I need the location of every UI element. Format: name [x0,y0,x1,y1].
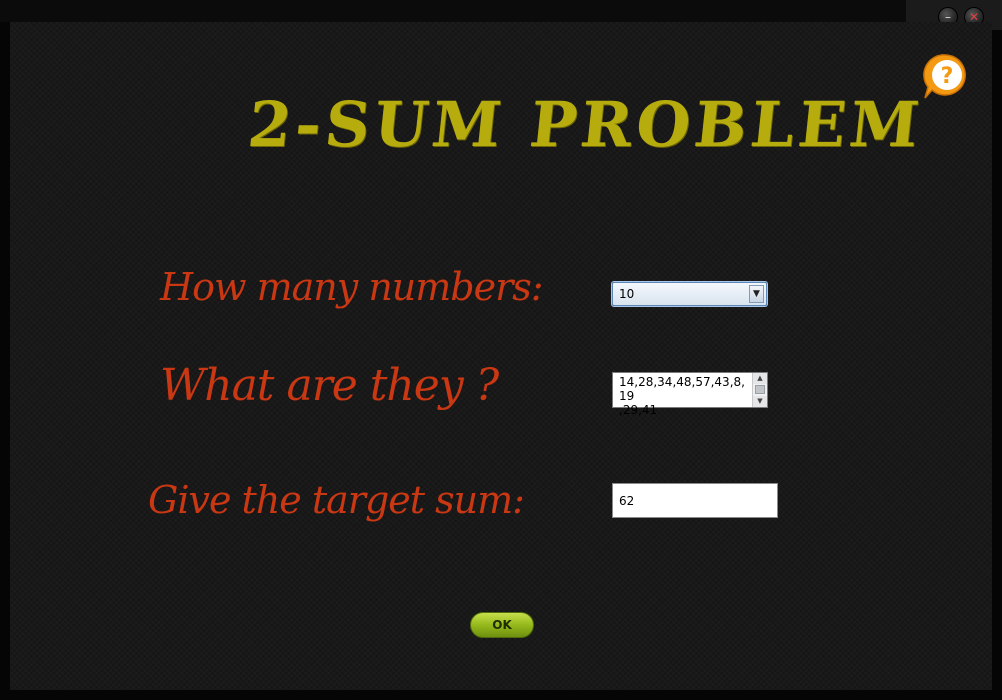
numbers-label: What are they ? [160,360,499,411]
chevron-down-icon[interactable]: ▼ [749,285,764,303]
target-label: Give the target sum: [148,478,525,522]
scroll-thumb[interactable] [755,385,765,394]
app-window: – ✕ ? 2-SUM PROBLEM How many numbers: 10… [0,0,1002,700]
page-title: 2-SUM PROBLEM [244,88,927,161]
numbers-scrollbar[interactable]: ▲ ▼ [752,373,767,407]
scroll-up-arrow-icon[interactable]: ▲ [753,373,767,384]
numbers-textarea-value: 14,28,34,48,57,43,8,19 ,29,41 [619,375,751,417]
target-sum-value: 62 [619,494,635,508]
help-button[interactable]: ? [922,52,970,100]
count-select-value: 10 [619,287,635,301]
help-speech-bubble-icon: ? [923,54,966,99]
numbers-line-2: ,29,41 [619,403,658,417]
ok-button[interactable]: OK [470,612,534,638]
title-bar [0,0,1002,22]
svg-text:?: ? [941,64,954,89]
numbers-textarea[interactable]: 14,28,34,48,57,43,8,19 ,29,41 ▲ ▼ [612,372,768,417]
numbers-line-1: 14,28,34,48,57,43,8,19 [619,375,745,403]
count-select[interactable]: 10 ▼ [612,282,767,306]
target-sum-input[interactable]: 62 [612,483,778,518]
scroll-down-arrow-icon[interactable]: ▼ [753,396,767,407]
count-label: How many numbers: [160,265,544,309]
